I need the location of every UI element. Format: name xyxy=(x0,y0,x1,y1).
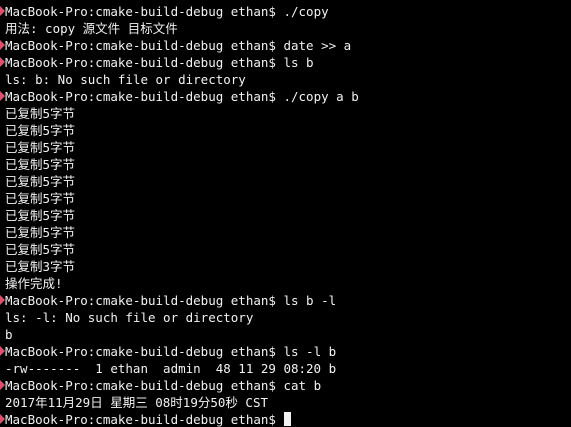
output-line: 已复制5字节 xyxy=(0,241,571,258)
output-line: -rw------- 1 ethan admin 48 11 29 08:20 … xyxy=(0,360,571,377)
output-text: 已复制5字节 xyxy=(5,140,76,155)
prompt-line: MacBook-Pro:cmake-build-debug ethan$ xyxy=(0,411,571,427)
output-line: 已复制5字节 xyxy=(0,224,571,241)
output-text: 已复制3字节 xyxy=(5,259,76,274)
command-text: date >> a xyxy=(283,38,352,53)
output-line: 已复制5字节 xyxy=(0,173,571,190)
prompt-marker-icon xyxy=(0,91,5,101)
output-text: 已复制5字节 xyxy=(5,174,76,189)
prompt-line: MacBook-Pro:cmake-build-debug ethan$ ls … xyxy=(0,343,571,360)
output-text: ls: b: No such file or directory xyxy=(5,72,246,87)
output-line: 已复制5字节 xyxy=(0,122,571,139)
prompt-marker-icon xyxy=(0,380,5,390)
output-line: ls: -l: No such file or directory xyxy=(0,309,571,326)
command-text: ls b -l xyxy=(283,293,337,308)
text-cursor[interactable] xyxy=(284,412,292,426)
output-text: 已复制5字节 xyxy=(5,225,76,240)
output-line: 已复制5字节 xyxy=(0,207,571,224)
prompt-marker-icon xyxy=(0,6,5,16)
output-line: 2017年11月29日 星期三 08时19分50秒 CST xyxy=(0,394,571,411)
terminal-window[interactable]: MacBook-Pro:cmake-build-debug ethan$ ./c… xyxy=(0,0,571,427)
prompt-marker-icon xyxy=(0,40,5,50)
output-line: ls: b: No such file or directory xyxy=(0,71,571,88)
output-text: 已复制5字节 xyxy=(5,191,76,206)
output-text: 已复制5字节 xyxy=(5,208,76,223)
prompt-line: MacBook-Pro:cmake-build-debug ethan$ dat… xyxy=(0,37,571,54)
output-line: 已复制3字节 xyxy=(0,258,571,275)
prompt-text: MacBook-Pro:cmake-build-debug ethan$ xyxy=(5,4,276,19)
prompt-text: MacBook-Pro:cmake-build-debug ethan$ xyxy=(5,344,276,359)
output-text: 已复制5字节 xyxy=(5,106,76,121)
output-line: 用法: copy 源文件 目标文件 xyxy=(0,20,571,37)
command-text: ls -l b xyxy=(283,344,337,359)
output-text: -rw------- 1 ethan admin 48 11 29 08:20 … xyxy=(5,361,337,376)
command-text: ls b xyxy=(283,55,314,70)
prompt-line: MacBook-Pro:cmake-build-debug ethan$ ls … xyxy=(0,292,571,309)
output-text: 2017年11月29日 星期三 08时19分50秒 CST xyxy=(5,395,269,410)
prompt-text: MacBook-Pro:cmake-build-debug ethan$ xyxy=(5,378,276,393)
command-text: cat b xyxy=(283,378,322,393)
output-text: 已复制5字节 xyxy=(5,123,76,138)
prompt-line: MacBook-Pro:cmake-build-debug ethan$ ./c… xyxy=(0,88,571,105)
output-line: 已复制5字节 xyxy=(0,190,571,207)
output-text: ls: -l: No such file or directory xyxy=(5,310,254,325)
prompt-line: MacBook-Pro:cmake-build-debug ethan$ cat… xyxy=(0,377,571,394)
prompt-text: MacBook-Pro:cmake-build-debug ethan$ xyxy=(5,89,276,104)
command-text: ./copy a b xyxy=(283,89,359,104)
prompt-text: MacBook-Pro:cmake-build-debug ethan$ xyxy=(5,38,276,53)
output-text: 操作完成! xyxy=(5,276,63,291)
output-line: 已复制5字节 xyxy=(0,105,571,122)
output-text: 已复制5字节 xyxy=(5,242,76,257)
prompt-marker-icon xyxy=(0,295,5,305)
prompt-text: MacBook-Pro:cmake-build-debug ethan$ xyxy=(5,293,276,308)
command-text: ./copy xyxy=(283,4,329,19)
prompt-marker-icon xyxy=(0,346,5,356)
output-line: 操作完成! xyxy=(0,275,571,292)
prompt-marker-icon xyxy=(0,57,5,67)
output-text: 用法: copy 源文件 目标文件 xyxy=(5,21,178,36)
output-line: 已复制5字节 xyxy=(0,156,571,173)
output-line: b xyxy=(0,326,571,343)
prompt-marker-icon xyxy=(0,414,5,424)
output-line: 已复制5字节 xyxy=(0,139,571,156)
prompt-text: MacBook-Pro:cmake-build-debug ethan$ xyxy=(5,55,276,70)
prompt-text: MacBook-Pro:cmake-build-debug ethan$ xyxy=(5,412,276,427)
output-text: b xyxy=(5,327,13,342)
prompt-line: MacBook-Pro:cmake-build-debug ethan$ ./c… xyxy=(0,3,571,20)
prompt-line: MacBook-Pro:cmake-build-debug ethan$ ls … xyxy=(0,54,571,71)
output-text: 已复制5字节 xyxy=(5,157,76,172)
